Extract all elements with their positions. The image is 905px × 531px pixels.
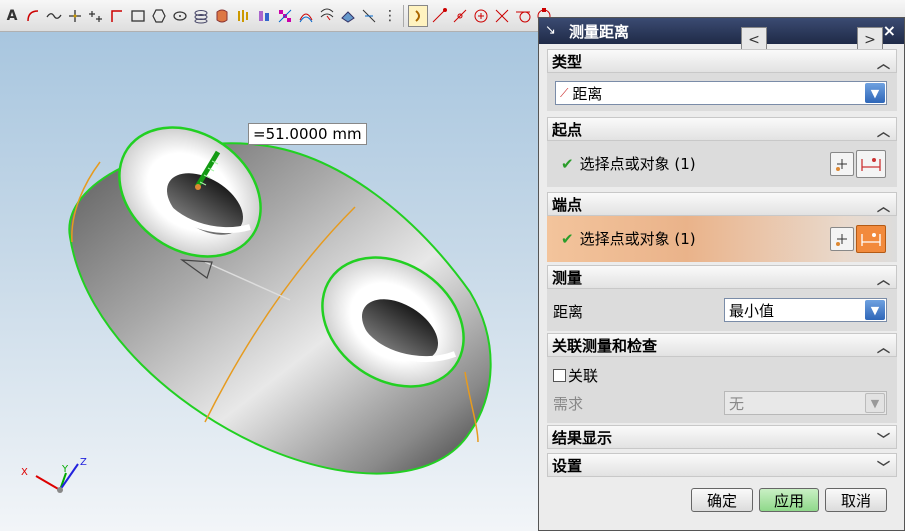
rectangle-tool-icon[interactable] bbox=[128, 5, 148, 27]
revolve-tool-icon[interactable] bbox=[233, 5, 253, 27]
type-select-value: 距离 bbox=[572, 84, 603, 103]
snap-intersect-icon[interactable] bbox=[492, 5, 512, 27]
chevron-down-icon[interactable]: ﹀ bbox=[877, 457, 890, 476]
point-dialog-button[interactable] bbox=[830, 152, 854, 176]
section-start-label: 起点 bbox=[552, 120, 583, 139]
end-select-row[interactable]: ✔ 选择点或对象 (1) bbox=[561, 228, 696, 249]
assoc-checkbox[interactable] bbox=[553, 369, 566, 382]
assoc-checkbox-row[interactable]: 关联 bbox=[553, 365, 598, 386]
measurement-value-label: =51.0000 mm bbox=[248, 123, 367, 145]
requirement-label: 需求 bbox=[553, 395, 584, 413]
mesh-tool-icon[interactable] bbox=[275, 5, 295, 27]
measure-distance-dialog: ↘ 测量距离 × < > 类型 ︿ ⟋ 距离 ▼ 起点 ︿ ✔ 选择点或对象 (… bbox=[538, 17, 905, 531]
distance-mode-select[interactable]: 最小值 ▼ bbox=[724, 298, 887, 322]
chevron-up-icon[interactable]: ︿ bbox=[877, 121, 890, 140]
extrude-tool-icon[interactable] bbox=[212, 5, 232, 27]
chevron-down-icon[interactable]: ▼ bbox=[865, 83, 885, 103]
requirement-value: 无 bbox=[729, 394, 745, 413]
dialog-title: 测量距离 bbox=[569, 22, 630, 41]
end-inferred-point-button[interactable] bbox=[856, 225, 886, 253]
chevron-down-icon[interactable]: ▼ bbox=[865, 300, 885, 320]
section-end-label: 端点 bbox=[552, 195, 583, 214]
start-select-label: 选择点或对象 (1) bbox=[579, 155, 696, 173]
sweep-tool-icon[interactable] bbox=[254, 5, 274, 27]
graphics-viewport[interactable]: X Y Z =51.0000 mm bbox=[0, 32, 538, 531]
measure-point bbox=[195, 184, 201, 190]
snap-tool-icon[interactable] bbox=[408, 4, 428, 27]
point-dialog-button[interactable] bbox=[830, 227, 854, 251]
section-start-header[interactable]: 起点 ︿ bbox=[547, 117, 897, 141]
section-result-header[interactable]: 结果显示 ﹀ bbox=[547, 425, 897, 449]
section-type-body: ⟋ 距离 ▼ bbox=[547, 73, 897, 111]
distance-field-label: 距离 bbox=[553, 303, 584, 321]
chevron-down-icon[interactable]: ﹀ bbox=[877, 429, 890, 448]
snap-midpoint-icon[interactable] bbox=[450, 5, 470, 27]
surface-tool-icon[interactable] bbox=[338, 5, 358, 27]
section-type-label: 类型 bbox=[552, 52, 583, 71]
curve-tool-icon[interactable] bbox=[296, 5, 316, 27]
cancel-button[interactable]: 取消 bbox=[825, 488, 887, 512]
line-tool-icon[interactable] bbox=[107, 5, 127, 27]
section-assoc-label: 关联测量和检查 bbox=[552, 336, 658, 355]
chevron-up-icon[interactable]: ︿ bbox=[877, 337, 890, 356]
section-result-label: 结果显示 bbox=[552, 428, 613, 447]
start-select-row[interactable]: ✔ 选择点或对象 (1) bbox=[561, 153, 696, 174]
section-measure-label: 测量 bbox=[552, 268, 583, 287]
dialog-icon: ↘ bbox=[545, 23, 556, 38]
point-constructor-icon bbox=[836, 159, 847, 171]
requirement-select: 无 ▼ bbox=[724, 391, 887, 415]
close-icon[interactable]: × bbox=[883, 21, 896, 40]
assoc-checkbox-label: 关联 bbox=[568, 367, 599, 385]
snap-tangent-icon[interactable] bbox=[513, 5, 533, 27]
axis-x-line bbox=[35, 475, 61, 491]
check-icon: ✔ bbox=[561, 229, 574, 248]
section-measure-body: 距离 最小值 ▼ bbox=[547, 289, 897, 331]
section-settings-header[interactable]: 设置 ﹀ bbox=[547, 453, 897, 477]
section-assoc-header[interactable]: 关联测量和检查 ︿ bbox=[547, 333, 897, 357]
distance-icon: ⟋ bbox=[560, 85, 569, 100]
section-measure-header[interactable]: 测量 ︿ bbox=[547, 265, 897, 289]
section-end-header[interactable]: 端点 ︿ bbox=[547, 192, 897, 216]
dialog-titlebar[interactable]: ↘ 测量距离 × bbox=[539, 18, 904, 44]
ok-button[interactable]: 确定 bbox=[691, 488, 753, 512]
spline-tool-icon[interactable] bbox=[44, 5, 64, 27]
axis-z-label: Z bbox=[80, 457, 87, 468]
start-inferred-point-button[interactable] bbox=[856, 150, 886, 178]
polygon-tool-icon[interactable] bbox=[149, 5, 169, 27]
section-start-body: ✔ 选择点或对象 (1) bbox=[547, 141, 897, 187]
section-assoc-body: 关联 需求 无 ▼ bbox=[547, 357, 897, 423]
end-select-label: 选择点或对象 (1) bbox=[579, 230, 696, 248]
apply-button[interactable]: 应用 bbox=[759, 488, 819, 512]
check-icon: ✔ bbox=[561, 154, 574, 173]
axis-y-label: Y bbox=[61, 464, 69, 475]
toolbar-separator bbox=[403, 4, 405, 27]
text-tool-icon[interactable]: A bbox=[2, 5, 22, 27]
point-set-tool-icon[interactable] bbox=[86, 5, 106, 27]
distance-mode-value: 最小值 bbox=[729, 301, 775, 320]
chevron-down-icon: ▼ bbox=[865, 393, 885, 413]
axis-x-label: X bbox=[21, 467, 28, 478]
dimension-icon bbox=[861, 158, 881, 171]
section-type-header[interactable]: 类型 ︿ bbox=[547, 49, 897, 73]
snap-endpoint-icon[interactable] bbox=[429, 5, 449, 27]
measure-tool-icon[interactable] bbox=[359, 5, 379, 27]
section-end-body: ✔ 选择点或对象 (1) bbox=[547, 216, 897, 262]
arc-tool-icon[interactable] bbox=[23, 5, 43, 27]
dimension-icon bbox=[861, 233, 881, 246]
snap-center-icon[interactable] bbox=[471, 5, 491, 27]
chevron-up-icon[interactable]: ︿ bbox=[877, 196, 890, 215]
ellipse-tool-icon[interactable] bbox=[170, 5, 190, 27]
point-constructor-icon bbox=[836, 234, 847, 246]
point-tool-icon[interactable] bbox=[65, 5, 85, 27]
section-settings-label: 设置 bbox=[552, 456, 583, 475]
helix-tool-icon[interactable] bbox=[191, 5, 211, 27]
offset-tool-icon[interactable] bbox=[317, 5, 337, 27]
chevron-up-icon[interactable]: ︿ bbox=[877, 53, 890, 72]
axis-origin bbox=[57, 487, 63, 493]
chevron-up-icon[interactable]: ︿ bbox=[877, 269, 890, 288]
model-render: X Y Z bbox=[21, 126, 492, 493]
type-select[interactable]: ⟋ 距离 ▼ bbox=[555, 81, 887, 105]
more-tools-icon[interactable]: ⋮ bbox=[380, 5, 400, 27]
